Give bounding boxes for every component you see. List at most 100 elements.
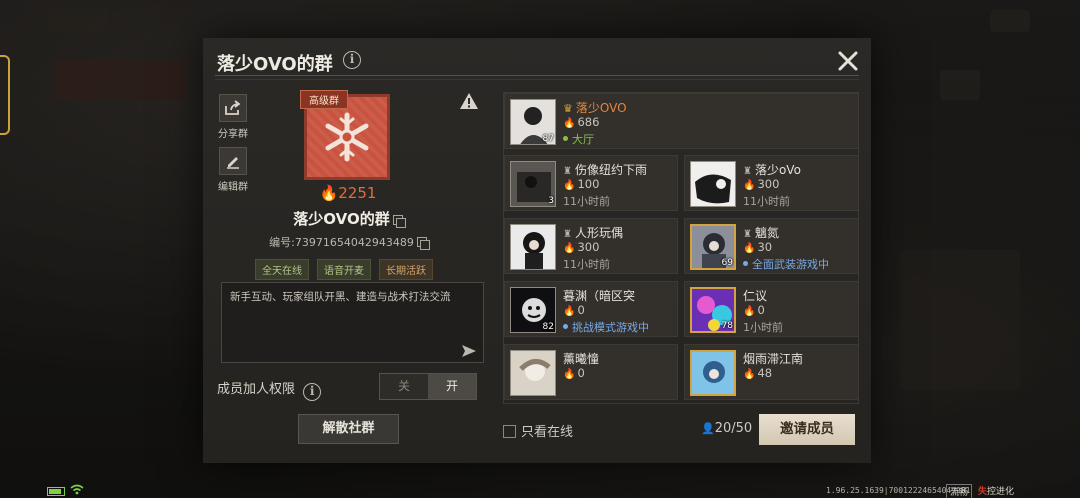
member-avatar: 78: [690, 287, 736, 333]
toggle-off[interactable]: 关: [380, 374, 428, 399]
copy-icon[interactable]: [392, 215, 406, 228]
member-name-text: 烟雨滞江南: [743, 352, 804, 366]
info-icon[interactable]: i: [343, 51, 361, 69]
flame-icon: 🔥: [563, 243, 576, 254]
member-avatar: 87: [510, 99, 556, 145]
title-divider-shadow: [215, 79, 859, 80]
member-card[interactable]: 3 ♜ 伤像纽约下雨 🔥 100 11小时前: [504, 155, 678, 211]
member-heat-value: 0: [757, 303, 765, 317]
member-name: 暮渊（暗区突: [563, 287, 635, 304]
member-name: ♜ 伤像纽约下雨: [563, 161, 647, 178]
group-name: 落少OVO的群: [243, 208, 453, 229]
member-avatar: [510, 350, 556, 396]
member-name: ♜ 落少oVo: [743, 161, 801, 178]
brand-logo: 失控进化: [978, 484, 1014, 497]
permission-info-icon[interactable]: i: [303, 383, 322, 401]
member-card[interactable]: 薰曦憧 🔥 0: [504, 344, 678, 400]
member-avatar: 82: [510, 287, 556, 333]
edit-group-label: 编辑群: [218, 182, 248, 193]
member-name-text: 落少oVo: [754, 163, 801, 177]
invite-members-button[interactable]: 邀请成员: [759, 414, 855, 445]
dialog-title: 落少OVO的群: [217, 54, 333, 75]
member-heat: 🔥 300: [563, 240, 599, 254]
member-name-text: 伤像纽约下雨: [574, 163, 647, 177]
flame-icon: 🔥: [743, 369, 756, 380]
tier-badge: 高级群: [300, 90, 348, 109]
member-heat: 🔥 0: [743, 303, 765, 317]
edit-group-button[interactable]: 编辑群: [213, 147, 253, 193]
share-group-button[interactable]: 分享群: [213, 94, 253, 140]
online-only-filter[interactable]: 只看在线: [503, 421, 573, 440]
member-card[interactable]: 烟雨滞江南 🔥 48: [684, 344, 858, 400]
group-name-text: 落少OVO的群: [293, 210, 390, 228]
member-card[interactable]: ♜ 落少oVo 🔥 300 11小时前: [684, 155, 858, 211]
member-heat-value: 300: [577, 240, 600, 254]
report-warning-icon[interactable]: [459, 92, 479, 110]
member-heat-value: 100: [577, 177, 600, 191]
member-card[interactable]: 87 ♛ 落少OVO 🔥 686 大厅: [504, 93, 858, 149]
member-card[interactable]: 69 ♜ 魑氮 🔥 30 全面武装游戏中: [684, 218, 858, 274]
member-name: 薰曦憧: [563, 350, 599, 367]
online-dot-icon: [563, 136, 568, 141]
member-name-text: 薰曦憧: [563, 352, 600, 366]
online-only-checkbox[interactable]: [503, 425, 516, 438]
flame-icon: 🔥: [563, 118, 576, 129]
group-id: 编号:73971654042943489: [243, 234, 453, 250]
group-heat-value: 2251: [338, 184, 377, 202]
member-name-text: 落少OVO: [575, 101, 627, 115]
member-status: 大厅: [563, 131, 594, 147]
member-list[interactable]: 87 ♛ 落少OVO 🔥 686 大厅 3 ♜ 伤像纽约下雨 🔥 100 11小时前 ♜…: [503, 92, 859, 404]
member-heat: 🔥 686: [563, 115, 599, 129]
fluency-badge: 流畅: [946, 484, 973, 498]
group-dialog: 落少OVO的群 i 分享群 编辑群 高级群 🔥2251 落少OVO的群 编号:7…: [203, 38, 871, 463]
member-card[interactable]: ♜ 人形玩偶 🔥 300 11小时前: [504, 218, 678, 274]
member-status: 11小时前: [743, 195, 790, 208]
member-level: 78: [721, 321, 733, 331]
tag-voice: 语音开麦: [317, 259, 371, 280]
member-avatar: 3: [510, 161, 556, 207]
member-heat-value: 300: [757, 177, 780, 191]
member-status: 挑战模式游戏中: [563, 319, 649, 335]
online-only-label: 只看在线: [521, 425, 574, 440]
flame-icon: 🔥: [563, 369, 576, 380]
member-card[interactable]: 78 仁议 🔥 0 1小时前: [684, 281, 858, 337]
rank-icon: ♜: [743, 229, 752, 240]
wifi-icon: [70, 484, 84, 498]
member-name: ♜ 魑氮: [743, 224, 779, 241]
member-status: 全面武装游戏中: [743, 256, 829, 272]
member-heat-value: 48: [757, 366, 773, 380]
member-status: 11小时前: [563, 258, 610, 271]
member-heat: 🔥 0: [563, 366, 585, 380]
member-avatar: 69: [690, 224, 736, 270]
toggle-on[interactable]: 开: [428, 374, 476, 399]
close-icon[interactable]: [837, 50, 859, 72]
member-heat-value: 0: [577, 366, 585, 380]
member-heat-value: 30: [757, 240, 773, 254]
member-heat-value: 686: [577, 115, 600, 129]
copy-id-icon[interactable]: [416, 237, 430, 250]
rank-icon: ♜: [563, 229, 572, 240]
member-name: 仁议: [743, 287, 767, 304]
group-description[interactable]: 新手互动、玩家组队开黑、建造与战术打法交流: [221, 282, 484, 363]
member-name: 烟雨滞江南: [743, 350, 803, 367]
brand-logo-text: 控进化: [987, 487, 1015, 497]
member-card[interactable]: 82 暮渊（暗区突 🔥 0 挑战模式游戏中: [504, 281, 678, 337]
disband-button[interactable]: 解散社群: [298, 414, 399, 444]
rank-icon: ♜: [563, 166, 572, 177]
ingame-dot-icon: [743, 261, 748, 266]
member-avatar: [690, 161, 736, 207]
member-name: ♜ 人形玩偶: [563, 224, 623, 241]
member-avatar: [690, 350, 736, 396]
side-drawer-handle[interactable]: [0, 55, 10, 135]
permission-label: 成员加人权限 i: [217, 378, 322, 401]
member-heat: 🔥 300: [743, 177, 779, 191]
send-icon[interactable]: [461, 344, 477, 358]
member-level: 87: [542, 134, 554, 144]
group-tags: 全天在线 语音开麦 长期活跃: [255, 259, 433, 280]
person-icon: 👤: [701, 422, 715, 435]
member-name: ♛ 落少OVO: [563, 99, 627, 116]
permission-toggle[interactable]: 关 开: [379, 373, 477, 400]
pencil-icon: [219, 147, 247, 175]
member-heat: 🔥 100: [563, 177, 599, 191]
member-level: 82: [542, 322, 554, 332]
